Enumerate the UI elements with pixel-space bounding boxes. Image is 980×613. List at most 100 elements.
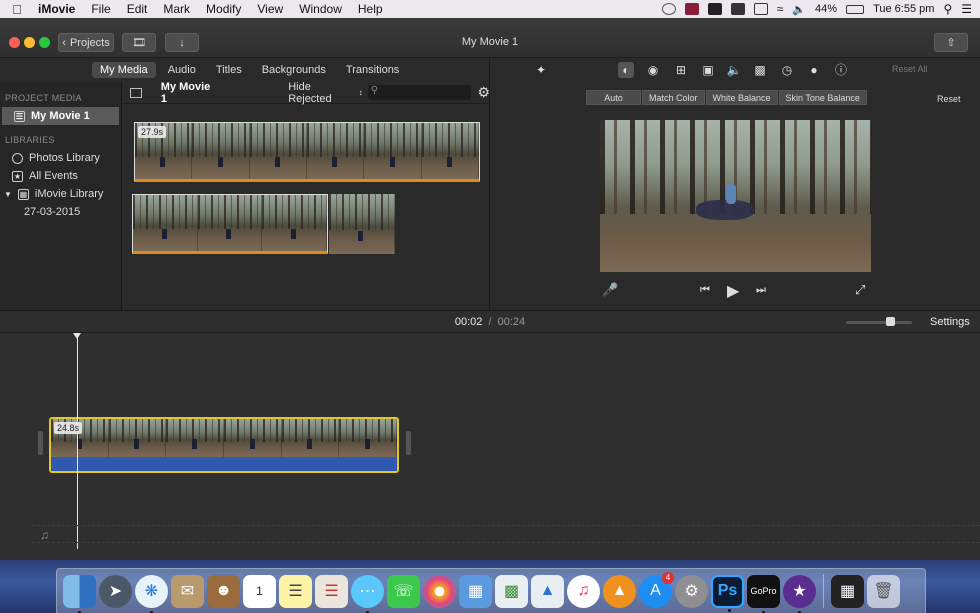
bars-icon[interactable] xyxy=(730,3,745,15)
sidebar-toggle-icon[interactable] xyxy=(130,87,142,98)
app-menu[interactable]: iMovie xyxy=(34,2,83,16)
volume-icon[interactable]: 🔈 xyxy=(792,3,806,16)
downloads-stack-icon[interactable]: ▦ xyxy=(831,574,864,608)
trash-icon[interactable]: 🗑 xyxy=(867,574,900,608)
photoshop-icon[interactable]: Ps xyxy=(711,574,744,612)
finder-icon[interactable] xyxy=(63,574,96,613)
numbers-icon[interactable]: ▩ xyxy=(495,574,528,608)
search-icon[interactable]: ⚲ xyxy=(943,2,952,16)
white-balance-button[interactable]: White Balance xyxy=(705,90,778,105)
clip-filmstrip xyxy=(51,419,397,457)
app-store-icon[interactable]: A4 xyxy=(639,571,674,608)
messages-icon[interactable]: ⋯ xyxy=(351,574,384,613)
battery-percent: 44% xyxy=(815,3,838,15)
sidebar-item-photos-library[interactable]: Photos Library xyxy=(0,149,121,167)
tab-backgrounds[interactable]: Backgrounds xyxy=(254,62,334,78)
sidebar-item-my-movie[interactable]: ☰ My Movie 1 xyxy=(2,107,119,125)
star-icon: ★ xyxy=(12,170,23,182)
shield-icon[interactable] xyxy=(684,3,699,15)
launchpad-icon[interactable]: ➤ xyxy=(99,574,132,608)
media-clip-3[interactable] xyxy=(329,194,395,254)
media-clip-2[interactable] xyxy=(132,194,328,254)
safari-icon[interactable]: ❋ xyxy=(135,574,168,613)
fullscreen-icon[interactable]: ⤢ xyxy=(855,282,865,298)
facetime-icon[interactable]: ☏ xyxy=(387,574,420,608)
evernote-icon[interactable] xyxy=(707,3,722,15)
clock[interactable]: Tue 6:55 pm xyxy=(873,3,934,15)
video-preview[interactable] xyxy=(600,120,871,272)
media-clip-1[interactable]: 27.9s xyxy=(134,122,480,182)
play-icon[interactable]: ▶ xyxy=(727,281,739,301)
timeline-clip[interactable]: 24.8s xyxy=(49,417,399,473)
tab-titles[interactable]: Titles xyxy=(208,62,250,78)
zoom-slider[interactable] xyxy=(846,317,912,326)
apple-menu-icon[interactable]:  xyxy=(0,2,34,17)
sidebar-item-label: Photos Library xyxy=(29,152,100,164)
wifi-icon[interactable]: ≈ xyxy=(777,2,784,16)
menu-file[interactable]: File xyxy=(83,2,118,16)
menu-mark[interactable]: Mark xyxy=(155,2,198,16)
reminders-icon[interactable]: ☰ xyxy=(315,574,348,608)
sidebar-item-all-events[interactable]: ★ All Events xyxy=(0,167,121,185)
color-balance-icon[interactable]: ◐ xyxy=(618,62,634,78)
system-preferences-icon[interactable]: ⚙ xyxy=(675,574,708,608)
filter-icon[interactable]: ● xyxy=(806,62,822,78)
reset-all-button[interactable]: Reset All xyxy=(892,64,928,74)
current-time: 00:02 xyxy=(454,316,483,328)
info-icon[interactable]: ⓘ xyxy=(833,62,849,78)
clip-duration-badge: 27.9s xyxy=(138,126,167,138)
zoom-slider-knob[interactable] xyxy=(885,317,895,326)
menu-window[interactable]: Window xyxy=(291,2,350,16)
tab-my-media[interactable]: My Media xyxy=(92,62,156,78)
share-button[interactable]: ⇧ xyxy=(934,33,968,52)
creative-cloud-icon[interactable] xyxy=(661,3,676,15)
stabilization-camera-icon[interactable]: ▣ xyxy=(700,62,716,78)
tab-audio[interactable]: Audio xyxy=(160,62,204,78)
notes-icon[interactable]: ☰ xyxy=(279,574,312,608)
itunes-icon[interactable]: ♫ xyxy=(567,574,600,608)
airplay-icon[interactable] xyxy=(753,3,768,15)
libraries-sidebar: PROJECT MEDIA ☰ My Movie 1 LIBRARIES Pho… xyxy=(0,82,122,310)
sidebar-item-event[interactable]: 27-03-2015 xyxy=(0,203,121,221)
skip-forward-icon[interactable]: ⏭ xyxy=(756,284,766,297)
microphone-icon[interactable]: 🎤 xyxy=(602,282,618,298)
audio-waveform[interactable] xyxy=(51,457,397,471)
menu-edit[interactable]: Edit xyxy=(119,2,156,16)
search-input[interactable]: ⚲ xyxy=(367,85,472,100)
mail-icon[interactable]: ✉ xyxy=(171,574,204,608)
menu-help[interactable]: Help xyxy=(350,2,391,16)
auto-button[interactable]: Auto xyxy=(586,90,641,105)
gear-icon[interactable]: ⚙ xyxy=(477,84,490,101)
tab-transitions[interactable]: Transitions xyxy=(338,62,407,78)
hide-rejected-select[interactable]: Hide Rejected xyxy=(288,81,356,105)
volume-icon[interactable]: 🔈 xyxy=(726,62,742,78)
match-color-button[interactable]: Match Color xyxy=(642,90,705,105)
gopro-icon[interactable]: GoPro xyxy=(747,574,780,613)
contacts-icon[interactable]: ☻ xyxy=(207,574,240,608)
photos-icon[interactable] xyxy=(423,574,456,608)
magic-wand-icon[interactable]: ✦ xyxy=(533,62,549,78)
playhead[interactable] xyxy=(73,333,81,549)
magnifier-icon: ⚲ xyxy=(370,85,379,96)
equalizer-icon[interactable]: ▩ xyxy=(752,62,768,78)
color-palette-icon[interactable]: ◉ xyxy=(645,62,661,78)
preview-app-icon[interactable]: ▦ xyxy=(459,574,492,608)
imovie-icon[interactable]: ★ xyxy=(783,574,816,613)
keynote-icon[interactable]: ▲ xyxy=(531,574,564,608)
ibooks-icon[interactable]: ▲ xyxy=(603,574,636,608)
reset-button[interactable]: Reset xyxy=(937,94,961,104)
music-track[interactable]: ♫ xyxy=(32,525,980,543)
menu-view[interactable]: View xyxy=(249,2,291,16)
settings-button[interactable]: Settings xyxy=(930,316,970,328)
speed-icon[interactable]: ◷ xyxy=(779,62,795,78)
timeline[interactable]: 24.8s ♫ xyxy=(0,333,980,560)
crop-icon[interactable]: ⊞ xyxy=(673,62,689,78)
calendar-icon[interactable]: 1 xyxy=(243,574,276,608)
skin-tone-balance-button[interactable]: Skin Tone Balance xyxy=(778,90,867,105)
notification-center-icon[interactable]: ☰ xyxy=(961,2,972,16)
sidebar-item-imovie-library[interactable]: ▼ ▦ iMovie Library xyxy=(0,185,121,203)
skip-back-icon[interactable]: ⏮ xyxy=(700,284,710,297)
disclosure-triangle-icon[interactable]: ▼ xyxy=(4,190,12,199)
menu-modify[interactable]: Modify xyxy=(198,2,249,16)
battery-icon[interactable] xyxy=(846,4,865,14)
